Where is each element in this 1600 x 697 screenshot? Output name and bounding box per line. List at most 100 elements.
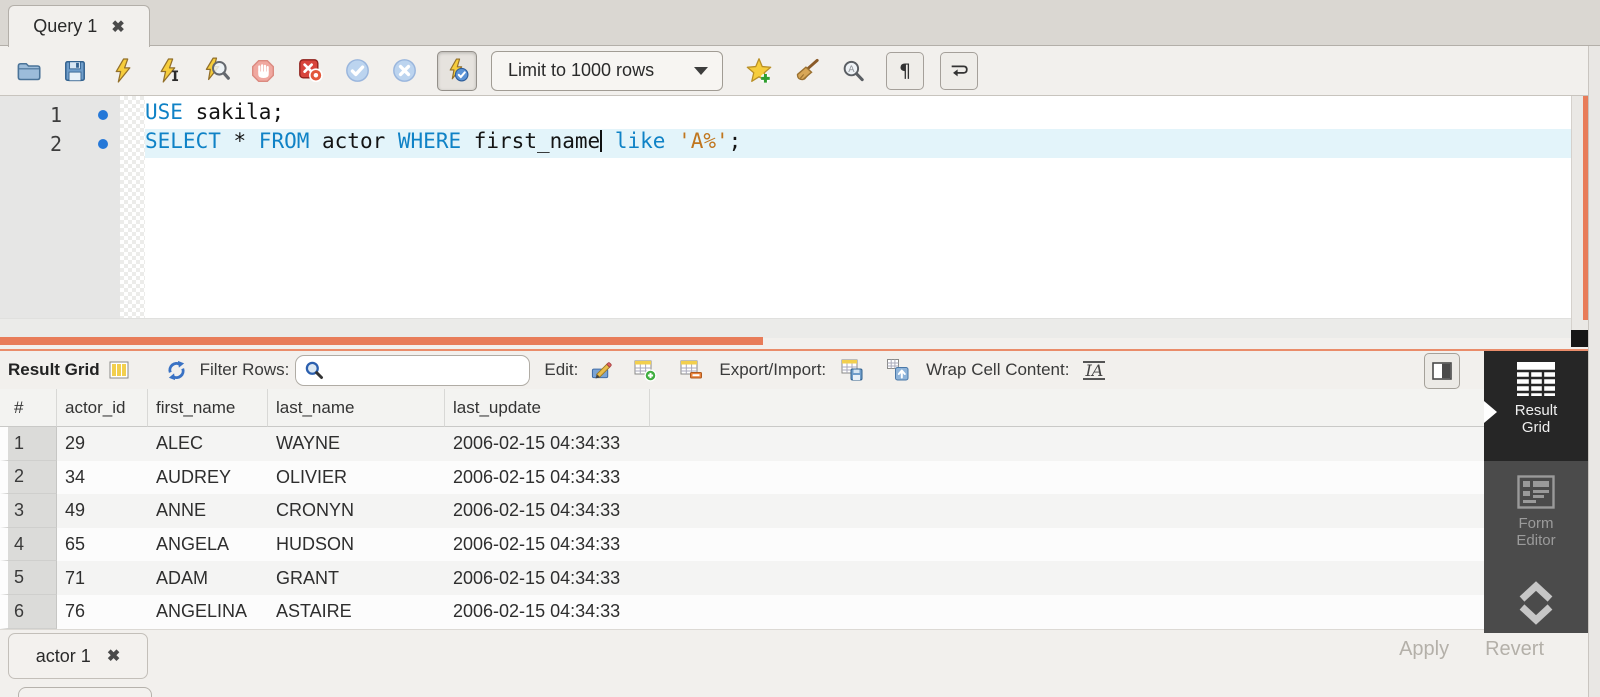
edit-record-icon[interactable] [590,359,613,382]
delete-row-icon[interactable] [679,358,703,382]
row-number-cell: 4 [0,528,57,562]
toggle-stop-on-error-icon[interactable] [296,57,324,85]
result-grid-icon [109,360,129,380]
cell-last-update[interactable]: 2006-02-15 04:34:33 [445,528,650,562]
sql-keyword: SELECT [145,129,221,153]
cell-actor-id[interactable]: 76 [57,595,148,629]
column-header-last-name[interactable]: last_name [268,389,445,427]
column-header-actor-id[interactable]: actor_id [57,389,148,427]
chevron-down-icon[interactable] [1514,604,1558,626]
action-output-panel-edge [18,687,152,697]
row-number-cell: 5 [0,561,57,595]
sql-text: first_name [461,129,600,153]
word-wrap-icon[interactable] [940,52,978,90]
cell-last-name[interactable]: OLIVIER [268,461,445,495]
cell-last-update[interactable]: 2006-02-15 04:34:33 [445,461,650,495]
find-icon[interactable]: A [839,57,867,85]
search-input[interactable] [325,358,532,383]
cell-actor-id[interactable]: 49 [57,494,148,528]
table-row[interactable]: 5 71 ADAM GRANT 2006-02-15 04:34:33 [0,561,1484,595]
window-scrollbar-track[interactable] [1588,46,1600,697]
new-snippet-icon[interactable] [745,57,773,85]
table-row[interactable]: 6 76 ANGELINA ASTAIRE 2006-02-15 04:34:3… [0,595,1484,629]
rollback-icon[interactable] [390,57,418,85]
close-tab-icon[interactable]: ✖ [111,17,124,37]
sql-editor[interactable]: 1 2 USE sakila; SELECT * FROM actor WHER… [0,96,1571,338]
cell-last-name[interactable]: CRONYN [268,494,445,528]
editor-code-area[interactable]: USE sakila; SELECT * FROM actor WHERE fi… [145,100,1571,158]
sql-keyword: like [615,129,666,153]
mysql-workbench-window: Query 1 ✖ [0,0,1600,697]
execute-icon[interactable] [108,57,136,85]
invisible-chars-icon[interactable]: ¶ [886,52,924,90]
open-script-icon[interactable] [14,57,42,85]
close-tab-icon[interactable]: ✖ [107,646,120,666]
column-header-first-name[interactable]: first_name [148,389,268,427]
edit-label: Edit: [544,360,578,380]
cell-actor-id[interactable]: 65 [57,528,148,562]
toggle-sidebar-button[interactable] [1424,353,1460,389]
table-row[interactable]: 3 49 ANNE CRONYN 2006-02-15 04:34:33 [0,494,1484,528]
stop-icon[interactable] [249,57,277,85]
line-number: 1 [0,103,62,127]
sql-text: sakila; [183,100,284,124]
cell-last-update[interactable]: 2006-02-15 04:34:33 [445,561,650,595]
cell-first-name[interactable]: ANNE [148,494,268,528]
chevron-down-icon [694,67,708,75]
column-header-rownum[interactable]: # [0,389,57,427]
result-tab-label: actor 1 [36,646,91,667]
table-row[interactable]: 1 29 ALEC WAYNE 2006-02-15 04:34:33 [0,427,1484,461]
code-line-2-current[interactable]: SELECT * FROM actor WHERE first_name lik… [145,129,1571,158]
autocommit-icon[interactable] [437,51,477,91]
cell-last-name[interactable]: WAYNE [268,427,445,461]
editor-horizontal-scrollbar[interactable] [0,318,1571,338]
cell-last-update[interactable]: 2006-02-15 04:34:33 [445,595,650,629]
cell-last-name[interactable]: GRANT [268,561,445,595]
cell-last-name[interactable]: HUDSON [268,528,445,562]
insert-row-icon[interactable] [633,358,657,382]
cell-first-name[interactable]: ANGELA [148,528,268,562]
limit-rows-dropdown[interactable]: Limit to 1000 rows [491,51,723,91]
sidebar-item-form-editor[interactable]: Form Editor [1484,461,1588,573]
cell-first-name[interactable]: ADAM [148,561,268,595]
beautify-icon[interactable] [792,57,820,85]
cell-first-name[interactable]: AUDREY [148,461,268,495]
tab-query-1[interactable]: Query 1 ✖ [8,5,150,47]
refresh-icon[interactable] [165,359,188,382]
cell-actor-id[interactable]: 34 [57,461,148,495]
query-tab-bar: Query 1 ✖ [0,0,1600,46]
chevron-up-icon[interactable] [1514,580,1558,602]
cell-first-name[interactable]: ANGELINA [148,595,268,629]
apply-button[interactable]: Apply [1399,638,1449,661]
code-line-1[interactable]: USE sakila; [145,100,1571,129]
cell-actor-id[interactable]: 29 [57,427,148,461]
cell-first-name[interactable]: ALEC [148,427,268,461]
execute-current-icon[interactable] [155,57,183,85]
sql-keyword: FROM [259,129,310,153]
table-row[interactable]: 2 34 AUDREY OLIVIER 2006-02-15 04:34:33 [0,461,1484,495]
sql-text: ; [729,129,742,153]
wrap-cell-content-icon[interactable]: IA [1083,361,1105,380]
panel-splitter-handle[interactable] [0,337,763,345]
save-script-icon[interactable] [61,57,89,85]
sql-text [665,129,678,153]
sidebar-item-result-grid[interactable]: Result Grid [1484,351,1588,461]
table-row[interactable]: 4 65 ANGELA HUDSON 2006-02-15 04:34:33 [0,528,1484,562]
cell-last-update[interactable]: 2006-02-15 04:34:33 [445,427,650,461]
explain-icon[interactable] [202,57,230,85]
revert-button[interactable]: Revert [1485,638,1544,661]
tab-actor-1[interactable]: actor 1 ✖ [8,633,148,679]
cell-actor-id[interactable]: 71 [57,561,148,595]
selected-item-notch-icon [1484,401,1497,423]
filter-rows-searchbox[interactable] [295,355,530,386]
row-number-cell: 6 [0,595,57,629]
commit-icon[interactable] [343,57,371,85]
cell-last-update[interactable]: 2006-02-15 04:34:33 [445,494,650,528]
column-header-last-update[interactable]: last_update [445,389,650,427]
editor-gutter: 1 2 [0,96,120,318]
import-recordset-icon[interactable] [886,358,910,382]
cell-last-name[interactable]: ASTAIRE [268,595,445,629]
scrollbar-corner [1571,330,1588,347]
row-number-cell: 1 [0,427,57,461]
export-recordset-icon[interactable] [840,358,864,382]
